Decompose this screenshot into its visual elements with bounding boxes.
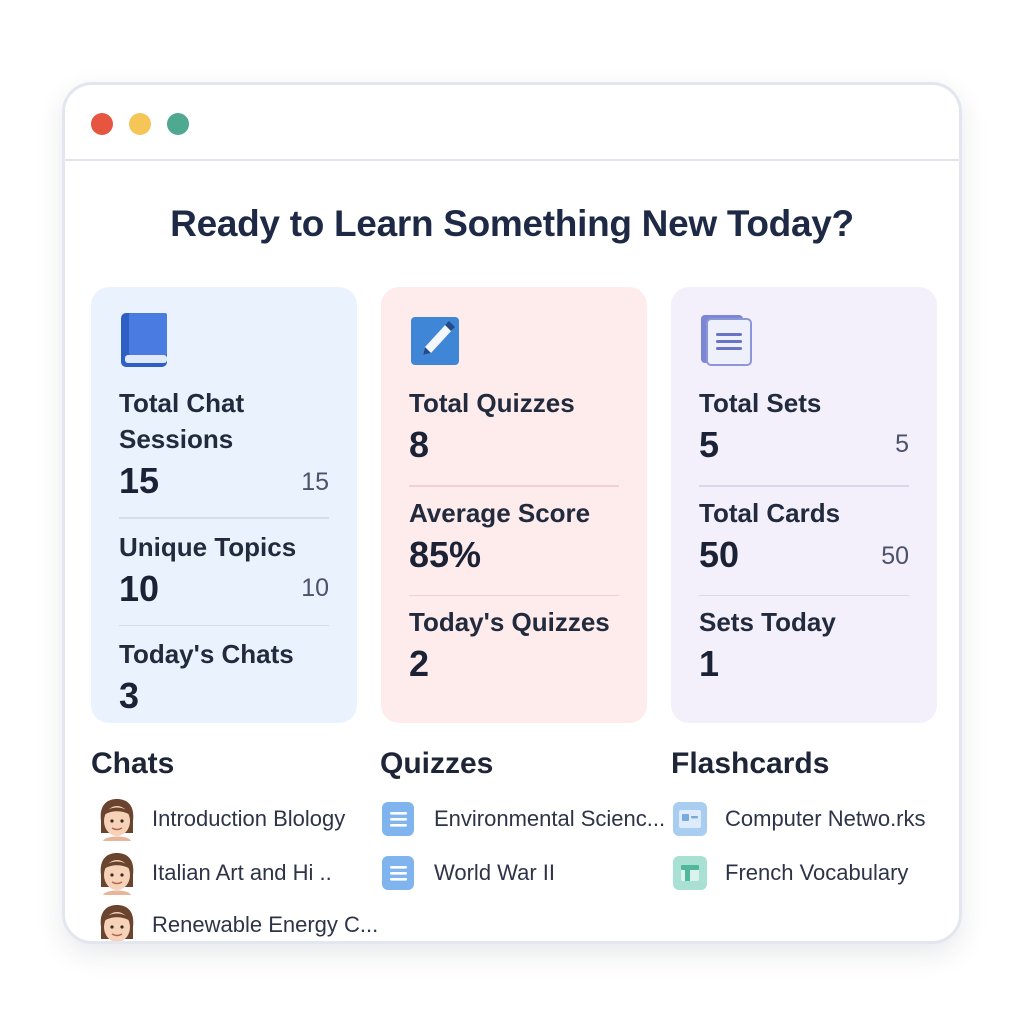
chats-section-title: Chats (91, 747, 175, 780)
divider (409, 594, 619, 596)
stat-label: Total Cards (699, 497, 841, 528)
total-sets-stat: Total Sets 5 5 (699, 385, 909, 467)
stat-side-value: 5 (895, 430, 909, 458)
todays-quizzes-stat: Today's Quizzes 2 (409, 604, 619, 686)
flashcard-stats-card[interactable]: Total Sets 5 5 Total Cards 50 50 Sets To… (671, 287, 937, 723)
quiz-list-item[interactable]: Environmental Scienc... (381, 797, 665, 841)
stat-label: Unique Topics (119, 531, 297, 562)
stat-label: Total Sets (699, 388, 822, 418)
quizzes-section-title: Quizzes (380, 747, 494, 780)
pencil-icon (409, 311, 461, 367)
flashcard-set-item[interactable]: French Vocabulary (672, 851, 908, 895)
todays-chats-stat: Today's Chats 3 (119, 636, 329, 718)
stat-label: Today's Quizzes (409, 607, 610, 637)
flashcard-set-title: Computer Netwo.rks (725, 806, 926, 831)
quiz-stats-card[interactable]: Total Quizzes 8 Average Score 85% Today'… (381, 287, 647, 723)
stat-label: Sets Today (699, 607, 836, 637)
chat-title: Italian Art and Hi .. (152, 860, 332, 885)
divider (699, 594, 909, 596)
flashcard-deck-icon (672, 855, 707, 891)
chat-list-item[interactable]: Italian Art and Hi .. (97, 851, 332, 895)
stat-label: Total Chat Sessions (119, 388, 245, 454)
divider (119, 624, 329, 626)
quiz-title: Environmental Scienc... (434, 806, 666, 831)
page-title: Ready to Learn Something New Today? (170, 203, 854, 244)
document-icon (381, 855, 415, 891)
avatar (97, 851, 137, 895)
flashcard-deck-icon (672, 801, 707, 837)
stat-label: Total Quizzes (409, 388, 575, 418)
chat-list-item[interactable]: Renewable Energy C... (97, 903, 379, 941)
chat-list-item[interactable]: Introduction Blology (97, 797, 345, 841)
stat-value: 50 (699, 533, 740, 575)
stat-side-value: 10 (301, 573, 329, 602)
stat-value: 5 (699, 424, 720, 465)
divider (409, 485, 619, 487)
document-icon (381, 801, 415, 837)
total-cards-stat: Total Cards 50 50 (699, 495, 909, 577)
avatar (97, 903, 137, 941)
stat-value: 3 (119, 675, 140, 716)
stat-value: 15 (119, 460, 160, 501)
minimize-window-button[interactable] (129, 113, 151, 135)
total-quizzes-stat: Total Quizzes 8 (409, 385, 619, 467)
sets-today-stat: Sets Today 1 (699, 604, 909, 686)
unique-topics-stat: Unique Topics 10 10 (119, 529, 329, 611)
stat-value: 1 (699, 643, 720, 684)
divider (699, 485, 909, 487)
quiz-list-item[interactable]: World War II (381, 851, 555, 895)
stat-value: 8 (409, 424, 430, 465)
flashcard-icon (699, 311, 752, 367)
quiz-title: World War II (434, 860, 556, 885)
app-window: Ready to Learn Something New Today? Tota… (62, 82, 962, 944)
stat-side-value: 15 (301, 468, 329, 496)
avatar (97, 797, 137, 841)
average-score-stat: Average Score 85% (409, 495, 619, 577)
chat-stats-card[interactable]: Total Chat Sessions 15 15 Unique Topics … (91, 287, 357, 723)
stat-label: Today's Chats (119, 639, 294, 669)
book-icon (119, 311, 171, 367)
stat-label: Average Score (409, 497, 591, 528)
flashcard-set-title: French Vocabulary (725, 860, 909, 885)
flashcard-set-item[interactable]: Computer Netwo.rks (672, 797, 926, 841)
close-window-button[interactable] (91, 113, 113, 135)
stat-value: 2 (409, 643, 430, 684)
chat-title: Introduction Blology (152, 806, 346, 831)
stat-side-value: 50 (881, 541, 909, 570)
stat-value: 85% (409, 533, 482, 575)
title-bar (65, 85, 959, 161)
maximize-window-button[interactable] (167, 113, 189, 135)
divider (119, 517, 329, 519)
flashcards-section-title: Flashcards (671, 747, 830, 780)
stat-value: 10 (119, 567, 160, 609)
total-chat-sessions-stat: Total Chat Sessions 15 15 (119, 385, 329, 503)
chat-title: Renewable Energy C... (152, 912, 379, 937)
